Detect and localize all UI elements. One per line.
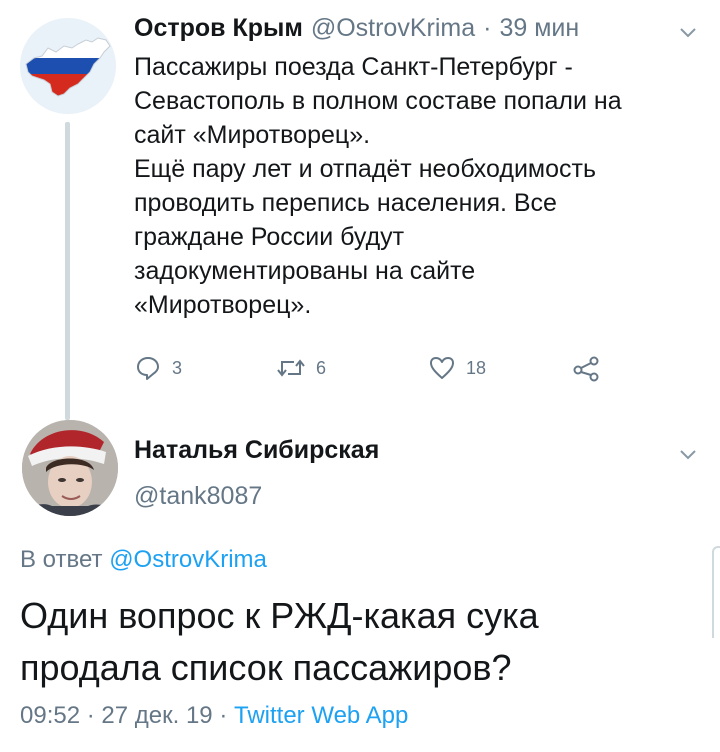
tweet-date[interactable]: 27 дек. 19 bbox=[101, 702, 212, 729]
author-name[interactable]: Остров Крым bbox=[134, 14, 303, 43]
crimea-map-icon bbox=[25, 37, 111, 97]
heart-icon bbox=[430, 357, 454, 379]
retweet-icon bbox=[277, 359, 305, 377]
chevron-down-icon[interactable] bbox=[678, 26, 698, 40]
like-button[interactable]: 18 bbox=[428, 354, 486, 382]
text-line: «Миротворец». bbox=[134, 291, 312, 319]
tweet-original[interactable]: Остров Крым @OstrovKrima · 39 мин Пассаж… bbox=[0, 0, 720, 420]
tweet1-actions: 3 6 18 bbox=[134, 354, 614, 394]
source-app-link[interactable]: Twitter Web App bbox=[234, 702, 408, 729]
tweet-time[interactable]: 09:52 bbox=[20, 702, 80, 729]
reply-icon bbox=[137, 357, 159, 380]
reply-button[interactable]: 3 bbox=[134, 354, 182, 382]
text-line: Севастополь в полном составе попали на bbox=[134, 87, 622, 115]
retweet-button[interactable]: 6 bbox=[276, 354, 326, 382]
text-line: проводить перепись населения. Все bbox=[134, 189, 557, 217]
tweet-time[interactable]: 39 мин bbox=[499, 14, 579, 43]
text-line: Один вопрос к РЖД-какая сука bbox=[20, 595, 539, 636]
retweet-count: 6 bbox=[316, 357, 327, 378]
share-icon bbox=[573, 356, 599, 382]
tweet2-metadata: 09:52 · 27 дек. 19 · Twitter Web App bbox=[20, 702, 408, 730]
separator-dot: · bbox=[483, 14, 492, 42]
tweet-reply[interactable]: Наталья Сибирская @tank8087 В ответ @Ost… bbox=[0, 420, 720, 752]
user-photo-icon bbox=[22, 420, 118, 516]
text-line: задокументированы на сайте bbox=[134, 257, 476, 285]
reply-to-link[interactable]: @OstrovKrima bbox=[109, 546, 267, 573]
text-line: граждане России будут bbox=[134, 223, 405, 251]
tweet2-text: Один вопрос к РЖД-какая сука продала спи… bbox=[20, 590, 539, 694]
tweet1-header: Остров Крым @OstrovKrima · 39 мин bbox=[134, 14, 579, 50]
author-handle[interactable]: @tank8087 bbox=[134, 482, 262, 511]
reply-count: 3 bbox=[172, 357, 183, 378]
author-name[interactable]: Наталья Сибирская bbox=[134, 436, 379, 465]
scroll-edge-indicator bbox=[712, 546, 720, 638]
tweet1-text: Пассажиры поезда Санкт-Петербург - Севас… bbox=[134, 50, 694, 322]
text-line: Ещё пару лет и отпадёт необходимость bbox=[134, 155, 596, 183]
thread-connector-line bbox=[65, 122, 70, 420]
like-count: 18 bbox=[466, 357, 487, 378]
reply-prefix: В ответ bbox=[20, 546, 103, 573]
separator-dot: · bbox=[86, 702, 95, 729]
user-photo-avatar[interactable] bbox=[22, 420, 118, 516]
separator-dot: · bbox=[219, 702, 228, 729]
author-handle[interactable]: @OstrovKrima bbox=[311, 14, 475, 43]
text-line: сайт «Миротворец». bbox=[134, 121, 371, 149]
share-button[interactable] bbox=[572, 354, 602, 382]
chevron-down-icon[interactable] bbox=[678, 448, 698, 462]
reply-context: В ответ @OstrovKrima bbox=[20, 546, 267, 574]
text-line: продала список пассажиров? bbox=[20, 647, 512, 688]
crimea-flag-avatar[interactable] bbox=[20, 18, 116, 114]
text-line: Пассажиры поезда Санкт-Петербург - bbox=[134, 53, 573, 81]
